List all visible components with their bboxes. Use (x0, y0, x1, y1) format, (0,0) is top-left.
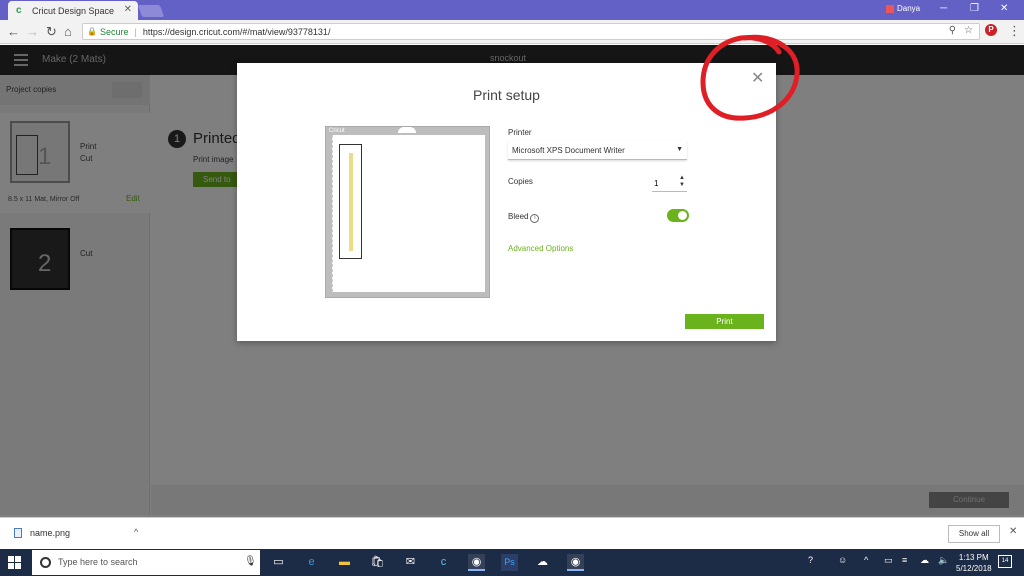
chrome-profile-taskbar-icon[interactable]: ◉ (567, 554, 584, 571)
back-icon[interactable]: ← (7, 24, 20, 39)
windows-start-icon[interactable] (8, 556, 21, 569)
tab-title: Cricut Design Space (32, 5, 115, 16)
file-icon (14, 528, 22, 538)
separator: | (134, 26, 137, 37)
info-icon[interactable]: i (530, 214, 540, 223)
chevron-up-tray-icon[interactable]: ^ (864, 555, 868, 565)
app-icon[interactable]: ☁ (534, 554, 551, 571)
mat-handle (398, 127, 416, 133)
clock-date: 5/12/2018 (956, 564, 992, 573)
search-placeholder: Type here to search (58, 557, 138, 567)
restore-icon[interactable]: ❐ (970, 3, 979, 14)
dialog-title: Print setup (473, 87, 540, 103)
system-clock[interactable]: 1:13 PM 5/12/2018 (956, 552, 992, 574)
copies-value: 1 (654, 179, 659, 188)
advanced-options-link[interactable]: Advanced Options (508, 244, 573, 253)
taskbar-search-input[interactable]: Type here to search 🎙 (32, 550, 260, 575)
bleed-toggle[interactable] (667, 209, 689, 222)
close-downloads-icon[interactable]: ✕ (1009, 526, 1017, 537)
cricut-logo: Cricut (329, 128, 345, 134)
cricut-favicon-icon: c (16, 4, 22, 16)
task-view-icon[interactable]: ▭ (270, 554, 287, 571)
people-icon[interactable]: ☺ (838, 555, 847, 565)
preview-sheet (332, 135, 485, 292)
copies-input[interactable]: 1 ▲ ▼ (652, 175, 687, 192)
copies-label: Copies (508, 177, 533, 186)
close-tab-icon[interactable]: ✕ (124, 4, 132, 15)
browser-tab[interactable]: c Cricut Design Space ✕ (8, 1, 138, 20)
show-all-button[interactable]: Show all (948, 525, 1000, 543)
home-icon[interactable]: ⌂ (64, 24, 72, 39)
notification-center-icon[interactable]: 14 (998, 555, 1012, 568)
file-explorer-icon[interactable]: ▬ (336, 554, 353, 571)
address-bar[interactable]: 🔒 Secure | https://design.cricut.com/#/m… (82, 23, 980, 40)
copies-stepper[interactable]: ▲ ▼ (679, 175, 685, 189)
chevron-up-icon[interactable]: ^ (134, 527, 138, 537)
search-icon (40, 557, 51, 568)
design-image (339, 144, 362, 259)
zoom-icon[interactable]: ⚲ (949, 25, 956, 36)
reload-icon[interactable]: ↻ (46, 24, 57, 40)
browser-titlebar: c Cricut Design Space ✕ Danya ─ ❐ ✕ (0, 0, 1024, 20)
close-window-icon[interactable]: ✕ (1000, 3, 1008, 14)
secure-label: Secure (99, 26, 129, 37)
profile-name: Danya (897, 4, 921, 13)
minimize-icon[interactable]: ─ (940, 3, 947, 14)
bleed-label: Bleed i (508, 212, 540, 223)
chrome-taskbar-icon[interactable]: ◉ (468, 554, 485, 571)
edge-icon[interactable]: e (303, 554, 320, 571)
cricut-app-icon[interactable]: c (435, 554, 452, 571)
lock-icon: 🔒 (87, 27, 97, 36)
photoshop-icon[interactable]: Ps (501, 554, 518, 571)
volume-icon[interactable]: 🔈 (938, 555, 949, 566)
red-circle-annotation (700, 34, 800, 121)
dropdown-caret-icon: ▼ (676, 146, 683, 153)
print-preview: Cricut (325, 126, 490, 298)
browser-toolbar: ← → ↻ ⌂ 🔒 Secure | https://design.cricut… (0, 20, 1024, 44)
clock-time: 1:13 PM (958, 553, 989, 562)
download-item[interactable]: name.png (14, 528, 70, 538)
microphone-icon[interactable]: 🎙 (244, 556, 257, 567)
mail-icon[interactable]: ✉ (402, 554, 419, 571)
print-setup-dialog: Print setup ✕ Cricut Printer Microsoft X… (237, 63, 776, 341)
notification-count: 14 (1001, 558, 1009, 564)
windows-taskbar: Type here to search 🎙 ▭ e ▬ 🛍 ✉ c ◉ Ps ☁… (0, 549, 1024, 576)
forward-icon[interactable]: → (26, 24, 39, 39)
chrome-menu-icon[interactable]: ⋮ (1008, 23, 1021, 39)
download-file-name: name.png (30, 528, 71, 538)
battery-icon[interactable]: ▭ (884, 555, 893, 566)
url-text: https://design.cricut.com/#/mat/view/937… (142, 26, 331, 37)
printer-select[interactable]: Microsoft XPS Document Writer ▼ (508, 141, 687, 160)
profile-icon (886, 4, 894, 13)
pinterest-extension-icon[interactable]: P (985, 24, 997, 36)
profile-button[interactable]: Danya (886, 4, 920, 13)
network-icon[interactable]: ≡ (902, 555, 907, 565)
printer-label: Printer (508, 128, 532, 137)
printer-value: Microsoft XPS Document Writer (512, 146, 625, 155)
store-icon[interactable]: 🛍 (369, 554, 386, 571)
new-tab-button[interactable] (137, 5, 165, 17)
downloads-bar: name.png ^ Show all ✕ (0, 517, 1024, 549)
print-button[interactable]: Print (685, 314, 764, 329)
bookmark-star-icon[interactable]: ☆ (964, 25, 973, 36)
toggle-knob (678, 211, 687, 220)
help-icon[interactable]: ? (808, 555, 813, 565)
onedrive-icon[interactable]: ☁ (920, 555, 929, 566)
